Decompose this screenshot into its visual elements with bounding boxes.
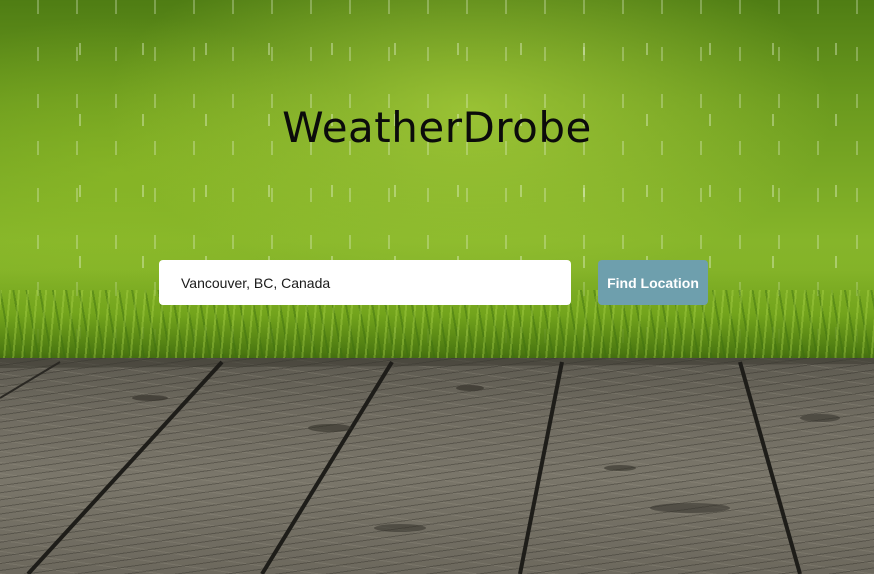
deck-planks-drawing bbox=[0, 358, 874, 574]
find-location-button[interactable]: Find Location bbox=[598, 260, 708, 305]
app-title: WeatherDrobe bbox=[282, 103, 592, 152]
landing-page: WeatherDrobe Find Location bbox=[0, 0, 874, 574]
location-search-input[interactable] bbox=[159, 260, 571, 305]
deck-plank-gaps bbox=[0, 358, 874, 574]
